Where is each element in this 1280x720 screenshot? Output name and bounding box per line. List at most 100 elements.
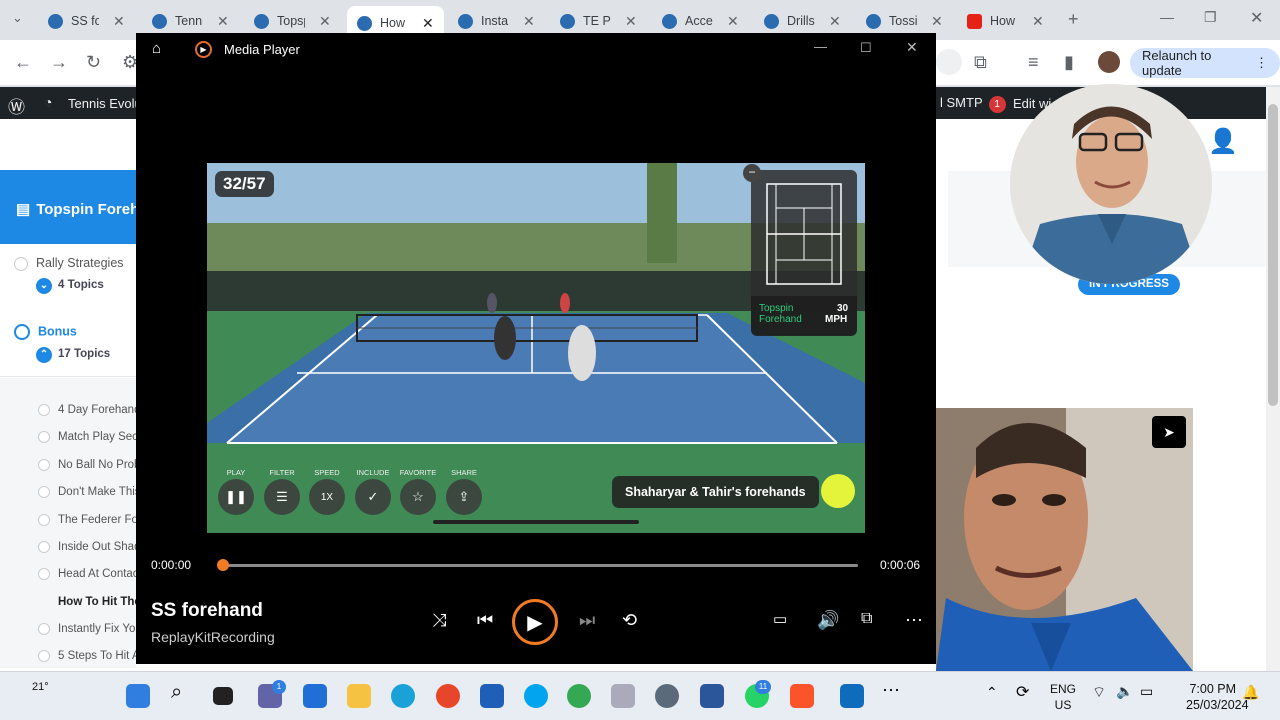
pause-button[interactable]: ❚❚ <box>218 479 254 515</box>
outlook-icon[interactable] <box>840 684 864 708</box>
file-explorer-icon[interactable] <box>347 684 371 708</box>
chrome-icon[interactable] <box>567 684 591 708</box>
back-icon[interactable]: ← <box>14 52 32 73</box>
list-item[interactable]: No Ball No Prob <box>38 459 136 471</box>
extensions-icon[interactable]: ⧉ <box>974 52 987 73</box>
video-frame[interactable]: 32/57 − Topspin Forehand 30 MPH PLAY FIL… <box>207 163 865 533</box>
speed-button[interactable]: 1X <box>309 479 345 515</box>
close-icon[interactable]: ✕ <box>1032 13 1044 30</box>
start-icon[interactable] <box>126 684 150 708</box>
shuffle-icon[interactable]: ⤨ <box>432 610 446 631</box>
maximize-icon[interactable]: ☐ <box>860 40 872 56</box>
close-icon[interactable]: ✕ <box>113 13 125 30</box>
close-window-icon[interactable]: ✕ <box>1250 8 1263 28</box>
section-rally-strategies[interactable]: Rally Strategies <box>14 256 124 271</box>
send-icon[interactable]: ➤ <box>1152 416 1186 448</box>
repeat-off-icon[interactable]: ⟲ <box>622 610 637 631</box>
mail-icon[interactable] <box>303 684 327 708</box>
browser-tab[interactable]: Tossir ✕ <box>866 6 943 36</box>
list-item[interactable]: Don't Make This <box>38 486 136 498</box>
forward-icon[interactable]: → <box>50 52 68 73</box>
app-icon[interactable] <box>436 684 460 708</box>
app-icon[interactable] <box>480 684 504 708</box>
profile-avatar[interactable] <box>1098 51 1120 73</box>
share-button[interactable]: ⇪ <box>446 479 482 515</box>
system-clock[interactable]: 7:00 PM 25/03/2024 <box>1186 681 1249 713</box>
word-icon[interactable] <box>700 684 724 708</box>
address-bar-end[interactable] <box>936 49 962 75</box>
list-item[interactable]: Inside Out Shad <box>38 541 136 553</box>
tab-search-chevron-icon[interactable]: ⌄ <box>12 10 23 26</box>
task-view-icon[interactable] <box>213 687 233 705</box>
list-item[interactable]: The Federer For <box>38 514 136 526</box>
browser-tab[interactable]: Drills ✕ <box>764 6 841 36</box>
list-item-current[interactable]: How To Hit The <box>38 596 136 608</box>
browser-tab[interactable]: Tenni ✕ <box>152 6 229 36</box>
brave-icon[interactable] <box>790 684 814 708</box>
browser-tab[interactable]: Accel ✕ <box>662 6 739 36</box>
more-menu-icon[interactable]: ⋮ <box>1255 55 1268 71</box>
browser-tab[interactable]: Topsp ✕ <box>254 6 331 36</box>
search-icon[interactable]: ⌕ <box>171 681 195 705</box>
close-icon[interactable]: ✕ <box>931 13 943 30</box>
list-item[interactable]: 5 Steps To Hit A <box>38 650 136 662</box>
minimize-icon[interactable]: — <box>814 39 827 54</box>
browser-tab[interactable]: TE Plu ✕ <box>560 6 637 36</box>
relaunch-button[interactable]: Relaunch to update ⋮ <box>1130 48 1280 78</box>
wordpress-icon[interactable]: Ⓦ <box>8 93 25 118</box>
teams-icon[interactable]: 1 <box>258 680 286 708</box>
list-item[interactable]: Head At Contac <box>38 568 136 580</box>
chevron-up-icon[interactable]: ⌃ <box>986 684 1010 708</box>
filter-button[interactable]: ☰ <box>264 479 300 515</box>
favorite-button[interactable]: ☆ <box>400 479 436 515</box>
app-icon[interactable] <box>611 684 635 708</box>
list-item[interactable]: Instantly Fix You <box>38 623 136 635</box>
volume-icon[interactable]: 🔈 <box>1116 683 1140 707</box>
language-indicator[interactable]: ENG US <box>1050 681 1076 713</box>
previous-icon[interactable]: ⏮ <box>477 610 493 631</box>
sync-icon[interactable]: ⟳ <box>1016 682 1040 706</box>
browser-tab[interactable]: Instan ✕ <box>458 6 535 36</box>
new-tab-icon[interactable]: + <box>1068 9 1079 30</box>
close-icon[interactable]: ✕ <box>727 13 739 30</box>
whatsapp-icon[interactable]: 11 <box>745 680 771 708</box>
minimize-icon[interactable]: — <box>1160 9 1174 25</box>
media-controls-icon[interactable]: ≡ <box>1028 52 1039 73</box>
include-button[interactable]: ✓ <box>355 479 391 515</box>
browser-tab[interactable]: How ✕ <box>967 6 1044 36</box>
settings-icon[interactable] <box>655 684 679 708</box>
skype-icon[interactable] <box>524 684 548 708</box>
wifi-icon[interactable]: ⌔ <box>1092 683 1116 707</box>
list-item[interactable]: Match Play Secr <box>38 431 136 443</box>
close-icon[interactable]: ✕ <box>319 13 331 30</box>
home-icon[interactable]: ⌂ <box>152 40 161 57</box>
weather-widget[interactable]: 21° <box>32 681 49 693</box>
close-icon[interactable]: ✕ <box>625 13 637 30</box>
topics-toggle[interactable]: ⌃ 17 Topics <box>36 347 110 363</box>
seek-bar[interactable] <box>222 564 858 567</box>
browser-tab[interactable]: SS for ✕ <box>48 6 125 36</box>
seek-handle[interactable] <box>217 559 229 571</box>
close-icon[interactable]: ✕ <box>906 39 918 56</box>
wp-site-name[interactable]: Tennis Evolu <box>68 96 142 111</box>
edge-icon[interactable] <box>391 684 415 708</box>
volume-icon[interactable]: 🔊 <box>817 610 839 631</box>
more-apps-icon[interactable]: ⋯ <box>882 680 906 704</box>
reload-icon[interactable]: ↻ <box>86 52 101 73</box>
scrollbar-thumb[interactable] <box>1268 104 1278 406</box>
side-panel-icon[interactable]: ▮ <box>1064 52 1074 73</box>
close-icon[interactable]: ✕ <box>523 13 535 30</box>
miniplayer-icon[interactable]: ⧉ <box>861 610 872 628</box>
close-icon[interactable]: ✕ <box>422 15 434 32</box>
list-item[interactable]: 4 Day Forehand <box>38 404 136 416</box>
notification-bell-icon[interactable]: 🔔 <box>1242 684 1266 708</box>
play-button[interactable]: ▶ <box>512 599 558 645</box>
more-options-icon[interactable]: ⋯ <box>905 610 923 631</box>
close-icon[interactable]: ✕ <box>829 13 841 30</box>
restore-icon[interactable]: ❐ <box>1204 9 1217 26</box>
subtitles-icon[interactable]: ▭ <box>773 610 787 628</box>
topics-toggle[interactable]: ⌄ 4 Topics <box>36 278 104 294</box>
close-icon[interactable]: ✕ <box>217 13 229 30</box>
collapse-icon[interactable]: − <box>743 164 761 182</box>
dashboard-icon[interactable]: ◔ <box>44 94 52 110</box>
